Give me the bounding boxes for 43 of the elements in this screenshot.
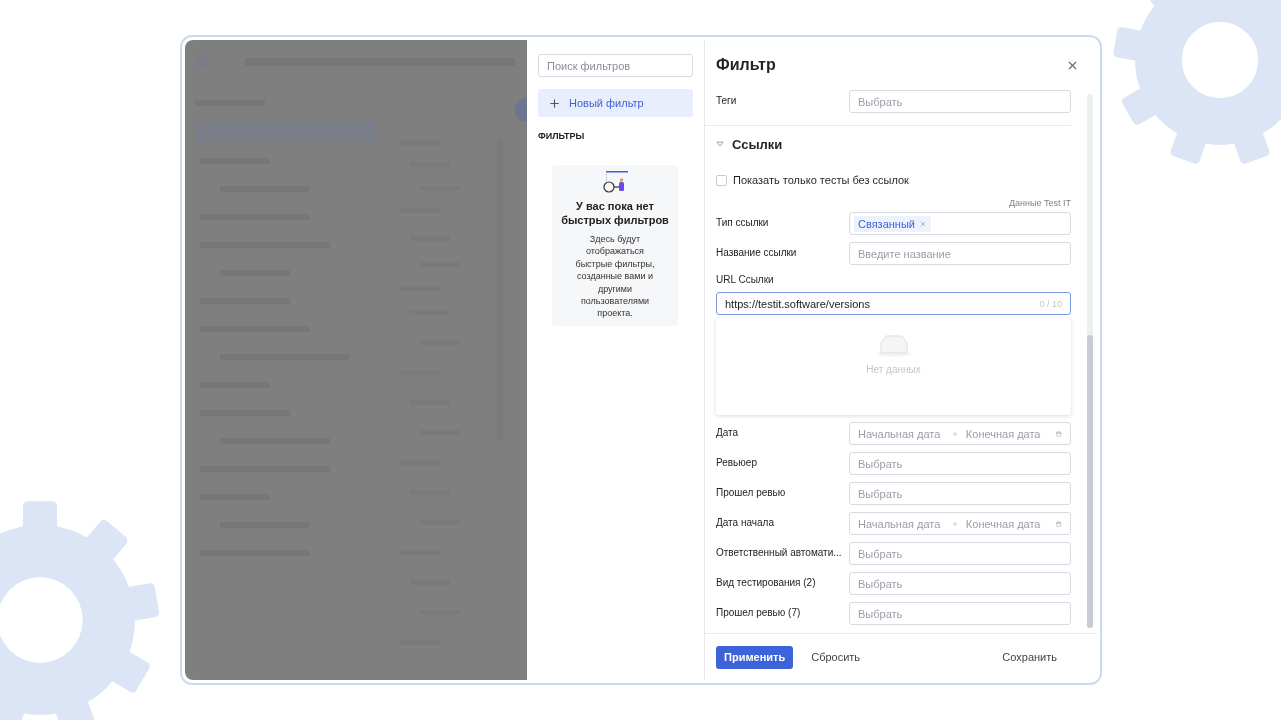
empty-filters-icon [602, 171, 628, 195]
remove-icon[interactable] [919, 219, 927, 228]
section-title: ФИЛЬТРЫ [538, 131, 586, 141]
field-label: Дата начала [716, 516, 775, 528]
new-filter-button[interactable]: Новый фильтр [538, 89, 693, 117]
caret-down-icon[interactable] [716, 140, 724, 148]
field-label: Прошел ревью [716, 486, 787, 498]
select-field[interactable]: Выбрать [849, 482, 1071, 505]
select-field[interactable]: Связанный [849, 212, 1071, 235]
empty-inbox-icon [875, 334, 912, 358]
reset-button[interactable]: Сбросить [801, 645, 871, 669]
calendar-icon [1056, 428, 1062, 439]
date-range-field[interactable]: Начальная дата Конечная дата [849, 512, 1071, 535]
field-label: Прошел ревью (7) [716, 606, 802, 618]
field-label: Ревьюер [716, 456, 758, 468]
select-field[interactable]: Выбрать [849, 572, 1071, 595]
field-label: Дата [716, 426, 740, 438]
select-field[interactable]: Выбрать [849, 90, 1071, 113]
field-label: Ответственный автомати... [716, 546, 843, 558]
select-field[interactable]: Выбрать [849, 602, 1071, 625]
source-note: Данные Test IT [1007, 198, 1071, 210]
checkbox[interactable] [716, 174, 727, 186]
checkbox-label: Показать только тесты без ссылок [733, 174, 909, 186]
field-label: Название ссылки [716, 246, 798, 258]
select-field[interactable]: Выбрать [849, 452, 1071, 475]
field-label: Тип ссылки [716, 216, 770, 228]
plus-icon [548, 96, 561, 110]
input-field[interactable]: Введите название [849, 242, 1071, 265]
section-title: Ссылки [732, 136, 783, 152]
panel-title: Фильтр [716, 56, 776, 74]
empty-description: Здесь будут отображаться быстрые фильтры, созданные вами и другими пользователями проекта. [574, 233, 656, 320]
tag: Связанный [854, 215, 931, 232]
search-field[interactable]: Поиск фильтров [538, 54, 693, 77]
empty-text: Нет данных [866, 364, 921, 375]
field-label: Вид тестирования (2) [716, 576, 817, 588]
calendar-icon [1056, 518, 1062, 529]
empty-title: У вас пока нет быстрых фильтров [560, 199, 670, 227]
field-label: URL Ссылки [716, 274, 775, 287]
apply-button[interactable]: Применить [716, 645, 794, 669]
field-label: Теги [716, 94, 738, 106]
select-field[interactable]: Выбрать [849, 542, 1071, 565]
date-range-field[interactable]: Начальная дата Конечная дата [849, 422, 1071, 445]
save-button[interactable]: Сохранить [992, 645, 1067, 669]
